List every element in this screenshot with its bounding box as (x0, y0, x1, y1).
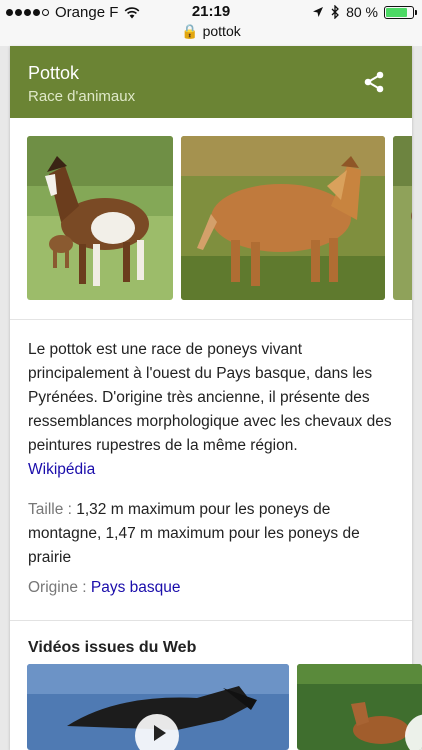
description-text: Le pottok est une race de poneys vivant … (28, 341, 392, 454)
status-bar: Orange F 21:19 🔒 pottok 80 % (0, 0, 422, 46)
description: Le pottok est une race de poneys vivant … (10, 320, 412, 482)
knowledge-panel: Pottok Race d'animaux Le pottok est une … (10, 46, 412, 750)
fact-taille: Taille : 1,32 m maximum pour les poneys … (10, 498, 412, 570)
video-thumbnail-2[interactable] (297, 664, 422, 750)
play-icon (154, 725, 166, 741)
page-title: Pottok (28, 63, 80, 83)
videos-heading: Vidéos issues du Web (28, 639, 197, 656)
fact-origine: Origine : Pays basque (10, 576, 412, 600)
url-text: pottok (202, 23, 241, 39)
pony-image-2[interactable] (181, 136, 385, 300)
bluetooth-icon (331, 5, 339, 19)
video-thumbnail-1[interactable] (27, 664, 289, 750)
battery-percent: 80 % (346, 4, 378, 20)
fact-value: 1,32 m maximum pour les poneys de montag… (28, 501, 360, 566)
origin-link[interactable]: Pays basque (91, 579, 181, 596)
pony-image-1[interactable] (27, 136, 173, 300)
page-subtitle: Race d'animaux (28, 88, 136, 105)
lock-icon: 🔒 (181, 23, 199, 39)
status-right: 80 % (312, 4, 417, 20)
panel-header: Pottok Race d'animaux (10, 46, 412, 118)
share-icon[interactable] (362, 70, 386, 94)
fact-label: Taille : (28, 501, 72, 518)
battery-icon (384, 5, 417, 19)
fact-label: Origine : (28, 579, 87, 596)
location-arrow-icon (313, 7, 324, 17)
pony-image-3[interactable] (393, 136, 412, 300)
image-carousel[interactable] (10, 118, 412, 320)
address-bar[interactable]: 🔒 pottok (0, 23, 422, 40)
wikipedia-link[interactable]: Wikipédia (28, 461, 95, 478)
